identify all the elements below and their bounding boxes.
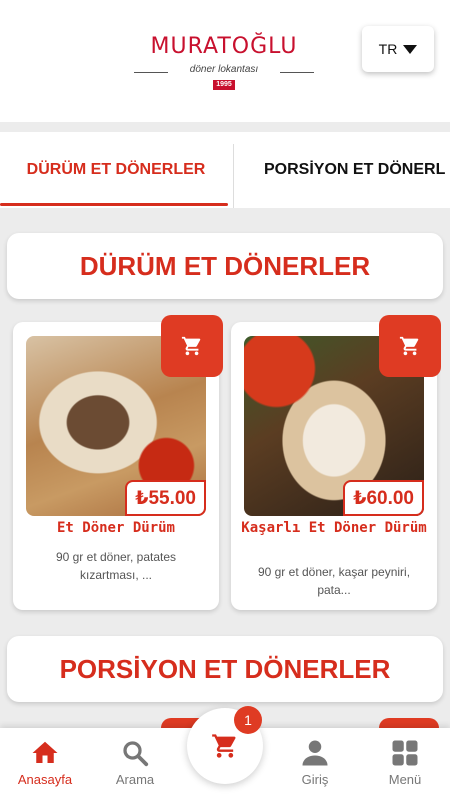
cart-icon bbox=[399, 336, 419, 356]
add-to-cart-button[interactable] bbox=[379, 315, 441, 377]
nav-home[interactable]: Anasayfa bbox=[0, 728, 90, 800]
nav-home-label: Anasayfa bbox=[17, 772, 73, 787]
cart-icon bbox=[181, 336, 201, 356]
category-tabs: DÜRÜM ET DÖNERLER PORSİYON ET DÖNERL bbox=[0, 132, 450, 208]
product-card[interactable]: ₺55.00 Et Döner Dürüm 90 gr et döner, pa… bbox=[13, 315, 223, 610]
logo-divider-right bbox=[280, 72, 314, 73]
tab-porsiyon-et-donerler[interactable]: PORSİYON ET DÖNERL bbox=[264, 132, 445, 208]
product-card[interactable]: ₺60.00 Kaşarlı Et Döner Dürüm 90 gr et d… bbox=[231, 315, 441, 610]
language-label: TR bbox=[378, 41, 398, 57]
tab-divider bbox=[233, 144, 234, 208]
product-name[interactable]: Et Döner Dürüm bbox=[21, 520, 211, 536]
product-description: 90 gr et döner, patates kızartması, ... bbox=[55, 550, 177, 582]
cart-count-badge: 1 bbox=[234, 706, 262, 734]
nav-search-label: Arama bbox=[115, 772, 155, 787]
brand-name: MURATOĞLU bbox=[150, 34, 298, 59]
product-name[interactable]: Kaşarlı Et Döner Dürüm bbox=[239, 520, 429, 536]
nav-menu-label: Menü bbox=[388, 772, 422, 787]
nav-menu[interactable]: Menü bbox=[360, 728, 450, 800]
brand-logo[interactable]: MURATOĞLU döner lokantası 1995 bbox=[128, 10, 320, 116]
section-title: DÜRÜM ET DÖNERLER bbox=[7, 233, 443, 299]
section-title: PORSİYON ET DÖNERLER bbox=[7, 636, 443, 702]
brand-subtitle: döner lokantası bbox=[189, 64, 259, 75]
user-icon bbox=[302, 740, 328, 766]
caret-down-icon bbox=[403, 44, 418, 54]
brand-year: 1995 bbox=[213, 80, 235, 90]
nav-login-label: Giriş bbox=[301, 772, 329, 787]
product-price: ₺60.00 bbox=[343, 480, 424, 516]
tab-durum-et-donerler[interactable]: DÜRÜM ET DÖNERLER bbox=[0, 132, 232, 208]
app-header: MURATOĞLU döner lokantası 1995 TR bbox=[0, 0, 450, 122]
product-price: ₺55.00 bbox=[125, 480, 206, 516]
home-icon bbox=[32, 741, 58, 763]
cart-icon bbox=[212, 734, 236, 758]
nav-login[interactable]: Giriş bbox=[270, 728, 360, 800]
grid-icon bbox=[392, 740, 418, 766]
product-description: 90 gr et döner, kaşar peyniri, pata... bbox=[257, 565, 411, 597]
nav-search[interactable]: Arama bbox=[90, 728, 180, 800]
search-icon bbox=[123, 741, 149, 767]
language-selector[interactable]: TR bbox=[362, 26, 434, 72]
add-to-cart-button[interactable] bbox=[161, 315, 223, 377]
